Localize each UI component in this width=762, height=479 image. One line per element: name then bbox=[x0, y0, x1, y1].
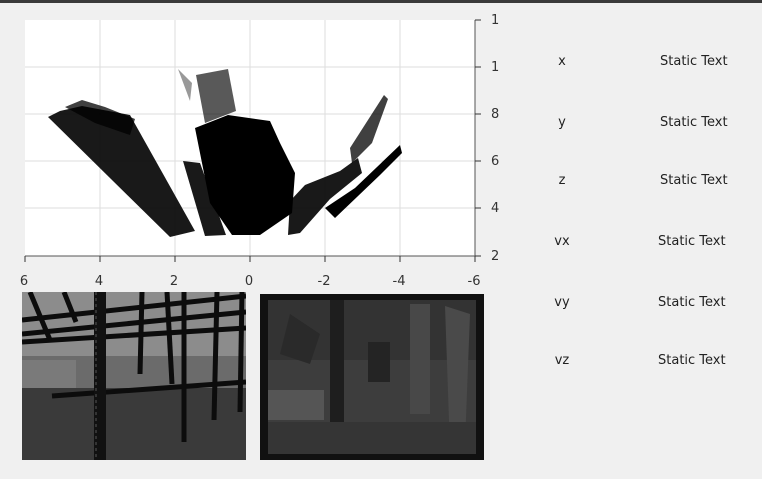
label-y: y bbox=[558, 115, 566, 130]
plot-panel-edge bbox=[500, 3, 520, 289]
value-vy: Static Text bbox=[658, 295, 726, 310]
label-vz: vz bbox=[554, 353, 570, 368]
y-tick-label: 4 bbox=[491, 201, 499, 216]
value-vx: Static Text bbox=[658, 234, 726, 249]
y-tick-label: 2 bbox=[491, 249, 499, 264]
camera-depth-image bbox=[260, 294, 484, 460]
y-tick-label: 6 bbox=[491, 154, 499, 169]
point-cloud-plot[interactable]: 6 4 2 0 -2 -4 -6 12 10 8 6 4 2 bbox=[0, 3, 520, 289]
x-axis-ticks bbox=[24, 256, 476, 262]
value-z: Static Text bbox=[660, 173, 728, 188]
y-axis-ticks bbox=[475, 19, 481, 257]
x-tick-label: 4 bbox=[95, 274, 103, 289]
label-z: z bbox=[558, 173, 566, 188]
label-x: x bbox=[558, 54, 566, 69]
camera-rgb-image bbox=[22, 292, 246, 460]
x-tick-label: 6 bbox=[20, 274, 28, 289]
label-vx: vx bbox=[554, 234, 570, 249]
label-vy: vy bbox=[554, 295, 570, 310]
camera-rgb-scene bbox=[22, 292, 246, 460]
x-tick-label: -2 bbox=[318, 274, 331, 289]
camera-depth-scene bbox=[260, 294, 484, 460]
value-y: Static Text bbox=[660, 115, 728, 130]
x-tick-label: -4 bbox=[393, 274, 406, 289]
point-cloud-svg: 6 4 2 0 -2 -4 -6 12 10 8 6 4 2 bbox=[20, 3, 520, 289]
y-tick-label: 8 bbox=[491, 107, 499, 122]
x-tick-label: 2 bbox=[170, 274, 178, 289]
value-x: Static Text bbox=[660, 54, 728, 69]
x-tick-label: -6 bbox=[468, 274, 481, 289]
x-tick-label: 0 bbox=[245, 274, 253, 289]
value-vz: Static Text bbox=[658, 353, 726, 368]
